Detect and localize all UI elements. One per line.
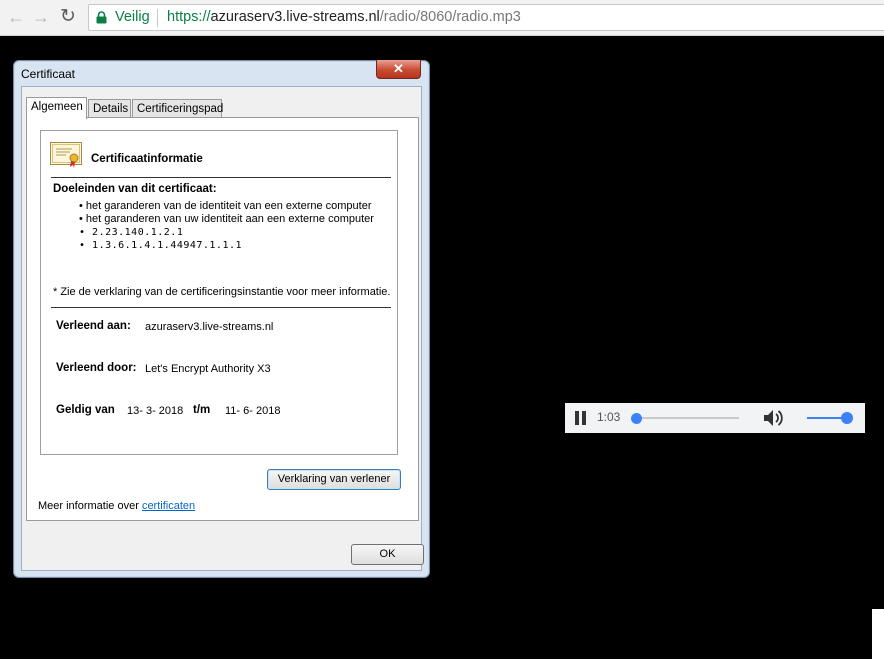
certificate-info-title: Certificaatinformatie: [91, 153, 203, 165]
ok-button[interactable]: OK: [351, 544, 424, 565]
audio-player: 1:03: [565, 403, 865, 433]
purposes-heading: Doeleinden van dit certificaat:: [53, 183, 217, 195]
tab-general[interactable]: Algemeen: [26, 97, 87, 119]
secure-label: Veilig: [115, 9, 150, 25]
pause-icon[interactable]: [575, 411, 587, 425]
certificate-icon: [50, 142, 82, 168]
valid-from-value: 13- 3- 2018: [127, 405, 184, 417]
general-tab-panel: Certificaatinformatie Doeleinden van dit…: [26, 117, 419, 521]
dialog-title: Certificaat: [21, 67, 76, 81]
valid-to-value: 11- 6- 2018: [225, 405, 281, 417]
divider: [51, 307, 391, 308]
url-scheme: https://: [167, 9, 211, 25]
tab-certification-path[interactable]: Certificeringspad: [132, 99, 223, 119]
close-icon[interactable]: ✕: [376, 60, 421, 79]
address-bar[interactable]: Veilig https://azuraserv3.live-streams.n…: [88, 4, 884, 31]
divider: [51, 177, 391, 178]
seek-track[interactable]: [637, 417, 739, 419]
volume-icon[interactable]: [763, 409, 783, 427]
certificate-info-box: Certificaatinformatie Doeleinden van dit…: [40, 130, 398, 455]
issued-to-value: azuraserv3.live-streams.nl: [145, 321, 274, 333]
certificate-dialog: Certificaat ✕ Algemeen Details Certifice…: [13, 60, 430, 578]
more-info-text: Meer informatie over certificaten: [38, 500, 195, 512]
volume-thumb[interactable]: [841, 412, 853, 424]
issued-by-value: Let's Encrypt Authority X3: [145, 363, 271, 375]
issued-by-label: Verleend door:: [56, 362, 137, 374]
more-info-prefix: Meer informatie over: [38, 500, 142, 512]
ca-statement-note: * Zie de verklaring van de certificering…: [53, 286, 391, 298]
lock-icon: [96, 11, 107, 24]
valid-from-label: Geldig van: [56, 404, 115, 416]
list-item: het garanderen van de identiteit van een…: [79, 200, 374, 213]
url-host: azuraserv3.live-streams.nl: [210, 9, 380, 25]
reload-icon[interactable]: ↻: [58, 7, 78, 27]
certificates-link[interactable]: certificaten: [142, 500, 195, 512]
purposes-list: het garanderen van de identiteit van een…: [79, 200, 374, 252]
seek-thumb[interactable]: [631, 413, 642, 424]
url-path: /radio/8060/radio.mp3: [379, 9, 521, 25]
address-separator: [157, 9, 158, 27]
dialog-client: Algemeen Details Certificeringspad Certi…: [21, 86, 424, 571]
url-text[interactable]: https://azuraserv3.live-streams.nl/radio…: [167, 9, 521, 25]
list-item: 2.23.140.1.2.1: [79, 226, 374, 239]
tab-details[interactable]: Details: [88, 99, 131, 119]
back-arrow-icon[interactable]: ←: [6, 7, 26, 27]
browser-toolbar: ← → ↻ Veilig https://azuraserv3.live-str…: [0, 0, 884, 36]
page-corner: [872, 609, 884, 659]
issued-to-label: Verleend aan:: [56, 320, 131, 332]
list-item: het garanderen van uw identiteit aan een…: [79, 213, 374, 226]
valid-to-label: t/m: [193, 404, 211, 416]
current-time: 1:03: [597, 410, 621, 424]
list-item: 1.3.6.1.4.1.44947.1.1.1: [79, 239, 374, 252]
forward-arrow-icon[interactable]: →: [31, 7, 51, 27]
issuer-statement-button[interactable]: Verklaring van verlener: [267, 469, 401, 490]
